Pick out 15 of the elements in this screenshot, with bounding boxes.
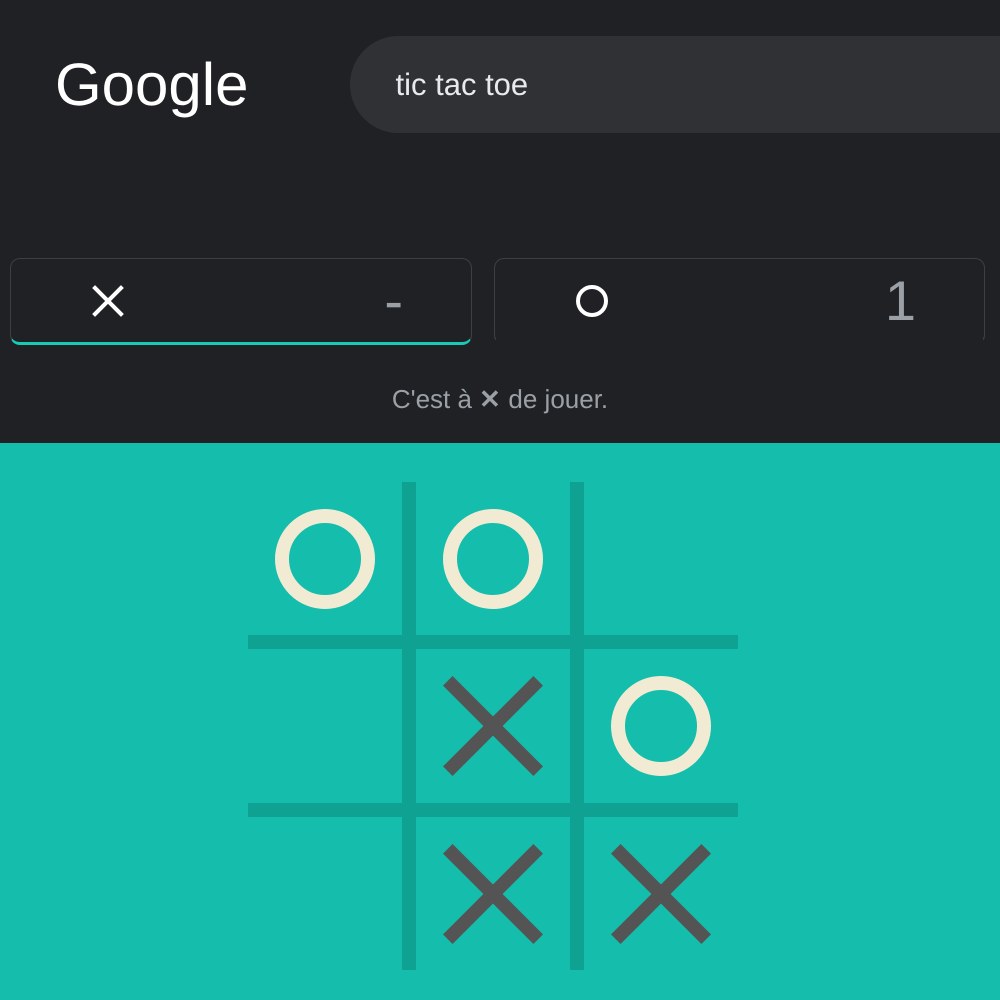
score-value: - (384, 272, 403, 328)
cross-icon (443, 676, 543, 776)
cross-icon (611, 844, 711, 944)
board-cell[interactable] (416, 649, 570, 803)
circle-icon (443, 508, 543, 608)
board-cell[interactable] (416, 817, 570, 970)
cross-icon (443, 844, 543, 944)
score-value: 1 (884, 272, 916, 328)
board-cell[interactable] (248, 649, 402, 803)
circle-icon (611, 676, 711, 776)
search-field[interactable]: tic tac toe (350, 36, 1000, 133)
board-cell[interactable] (584, 649, 738, 803)
status-text: C'est à ✕ de jouer. (390, 383, 610, 415)
board-cell[interactable] (416, 482, 570, 635)
circle-icon (275, 508, 375, 608)
